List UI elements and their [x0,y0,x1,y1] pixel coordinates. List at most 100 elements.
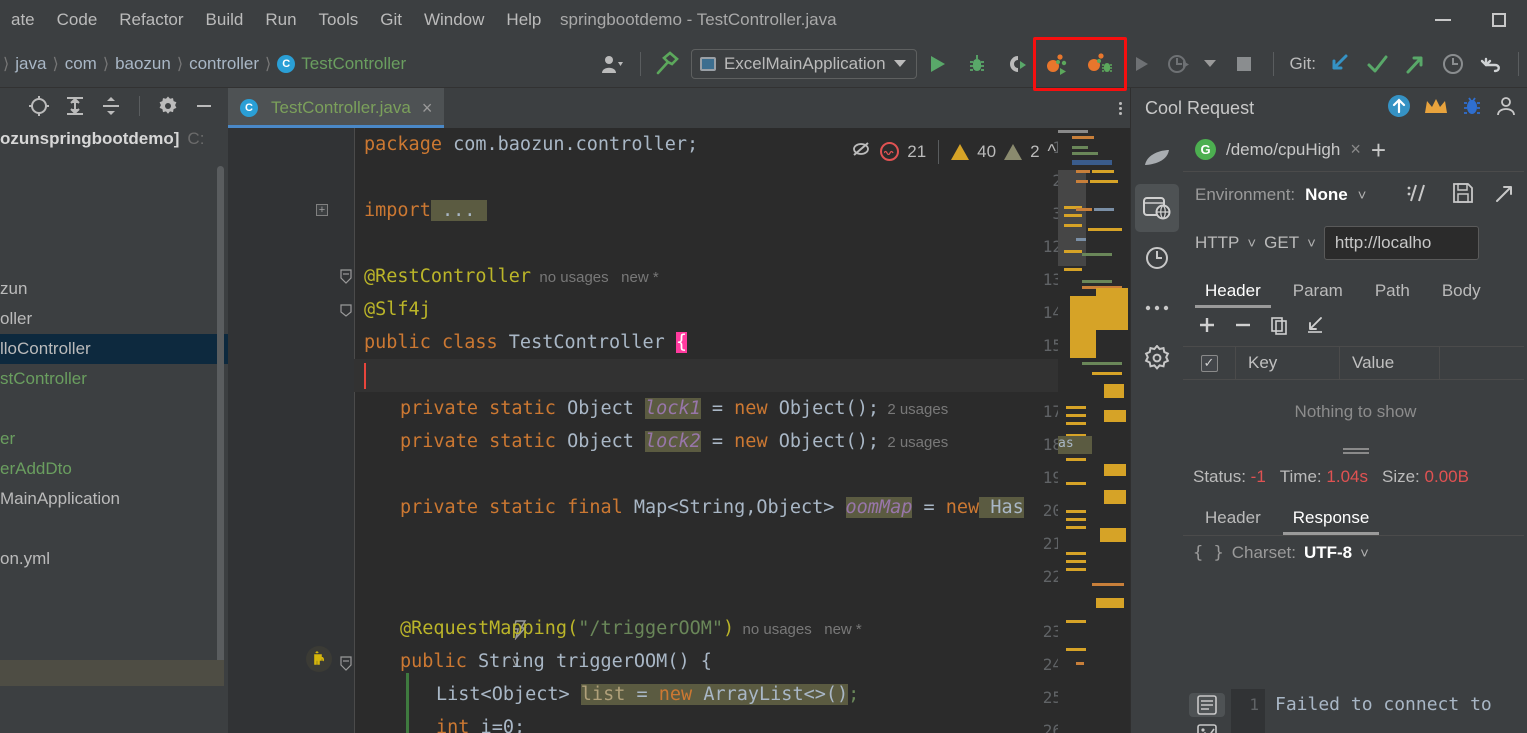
panel-splitter[interactable] [1183,444,1527,458]
run-gray-icon[interactable] [1121,49,1161,79]
tab-param[interactable]: Param [1277,274,1359,308]
upload-icon[interactable] [1387,94,1411,123]
warning-count-icon[interactable] [951,143,970,160]
project-tree[interactable]: ozunspringbootdemo] C: zun oller lloCont… [0,124,228,697]
save-icon[interactable] [1452,182,1484,209]
git-history-icon[interactable] [1434,49,1472,79]
export-icon[interactable] [1494,182,1527,209]
tree-item-applicationyml[interactable]: on.yml [0,544,228,574]
add-row-icon[interactable] [1197,315,1217,340]
run-configuration-selector[interactable]: ExcelMainApplication [690,48,917,79]
profile-icon[interactable] [592,49,632,79]
menu-item-refactor[interactable]: Refactor [108,0,194,40]
url-input[interactable]: http://localho [1323,226,1479,260]
fold-expand-icon[interactable]: + [316,204,328,216]
hide-panel-icon[interactable] [188,90,220,122]
intention-action-icon[interactable]: ˅ [400,579,533,671]
checkbox[interactable]: ✓ [1200,354,1218,372]
git-update-icon[interactable] [1320,49,1358,79]
chevron-up-icon[interactable]: ^ [1048,141,1056,162]
menu-item-build[interactable]: Build [195,0,255,40]
chart-view-icon[interactable] [1189,721,1225,733]
copy-icon[interactable] [1269,315,1289,340]
tree-item-baozun[interactable]: zun [0,274,228,304]
tree-item-user[interactable]: er [0,424,228,454]
more-ellipsis-icon[interactable] [1135,284,1179,332]
code-text[interactable]: package com.baozun.controller; import ..… [354,128,1130,733]
error-count-icon[interactable] [880,142,900,161]
inlay-usage-hint[interactable]: no usages new * [743,621,862,638]
menu-item-help[interactable]: Help [495,0,552,40]
code-minimap[interactable]: as [1058,128,1130,733]
tree-item-excelmainapplication[interactable]: MainApplication [0,484,228,514]
method-select[interactable]: GET [1264,233,1299,253]
tree-item-root[interactable]: ozunspringbootdemo] C: [0,124,228,154]
stop-icon[interactable] [1223,49,1265,79]
editor-gutter[interactable] [228,128,354,733]
spring-leaf-icon[interactable] [1135,134,1179,182]
git-commit-icon[interactable] [1358,49,1396,79]
run-icon[interactable] [917,49,957,79]
settings-gear-icon[interactable] [1135,334,1179,382]
git-push-icon[interactable] [1396,49,1434,79]
build-hammer-icon[interactable] [649,49,685,79]
user-account-icon[interactable] [1495,95,1517,122]
response-body-text[interactable]: Failed to connect to [1265,689,1527,733]
menu-item-code[interactable]: Code [46,0,109,40]
menu-item-tools[interactable]: Tools [308,0,370,40]
menu-item-window[interactable]: Window [413,0,495,40]
add-request-button[interactable]: + [1371,137,1386,163]
project-tree-scrollbar[interactable] [217,166,224,686]
breadcrumb-com[interactable]: com [60,54,102,74]
profiler-memory-icon[interactable] [1079,49,1121,79]
select-all-checkbox[interactable]: ✓ [1183,354,1235,372]
inlay-usage-hint[interactable]: no usages new * [539,269,658,286]
tree-item-hellocontroller[interactable]: lloController [0,334,228,364]
crown-premium-icon[interactable] [1423,96,1449,121]
fold-collapse-icon[interactable] [340,304,352,317]
chevron-down-icon[interactable]: ˅ [1358,187,1367,204]
collapse-all-icon[interactable] [95,90,127,122]
chevron-down-icon[interactable]: ˅ [1307,235,1316,252]
tab-body[interactable]: Body [1426,274,1497,308]
run-with-coverage-icon[interactable] [997,49,1037,79]
breadcrumb-controller[interactable]: controller [184,54,264,74]
debug-icon[interactable] [957,49,997,79]
spring-bean-gutter-icon[interactable] [306,646,332,672]
bug-report-icon[interactable] [1461,95,1483,122]
code-area[interactable]: 1 2 3 12 13 14 15 16 17 18 19 20 21 22 2… [228,128,1130,733]
close-icon[interactable]: × [1350,139,1361,160]
protocol-select[interactable]: HTTP [1195,233,1239,253]
git-rollback-icon[interactable] [1472,49,1510,79]
breadcrumb-baozun[interactable]: baozun [110,54,176,74]
column-key[interactable]: Key [1235,346,1339,380]
env-variables-icon[interactable] [1406,182,1442,209]
profiler-cpu-icon[interactable] [1037,49,1079,79]
import-icon[interactable] [1305,315,1325,340]
editor-options-kebab-icon[interactable] [1119,88,1122,128]
chevron-down-icon[interactable]: ˅ [1247,235,1256,252]
coverage-gray-icon[interactable] [1161,49,1197,79]
remove-row-icon[interactable] [1233,315,1253,340]
inspections-widget[interactable]: 21 40 2 ^ [850,138,1056,165]
charset-value[interactable]: UTF-8 [1304,543,1352,563]
request-tab-label[interactable]: /demo/cpuHigh [1226,140,1340,160]
tab-header[interactable]: Header [1189,274,1277,308]
maximize-button[interactable] [1471,0,1527,40]
expand-all-icon[interactable] [59,90,91,122]
tab-response-header[interactable]: Header [1189,501,1277,535]
close-icon[interactable]: × [422,98,433,119]
editor-tab-testcontroller[interactable]: C TestController.java × [228,88,445,128]
locate-icon[interactable] [23,90,55,122]
text-view-icon[interactable] [1189,693,1225,717]
tab-response-body[interactable]: Response [1277,501,1386,535]
code-fold-placeholder[interactable]: ... [442,200,475,221]
history-clock-icon[interactable] [1135,234,1179,282]
tree-item-testcontroller[interactable]: stController [0,364,228,394]
http-browser-icon[interactable] [1135,184,1179,232]
settings-gear-icon[interactable] [152,90,184,122]
breadcrumb-testcontroller[interactable]: C TestController [272,54,411,74]
environment-value[interactable]: None [1305,185,1348,205]
inlay-usage-hint[interactable]: 2 usages [887,434,948,451]
column-value[interactable]: Value [1339,346,1439,380]
